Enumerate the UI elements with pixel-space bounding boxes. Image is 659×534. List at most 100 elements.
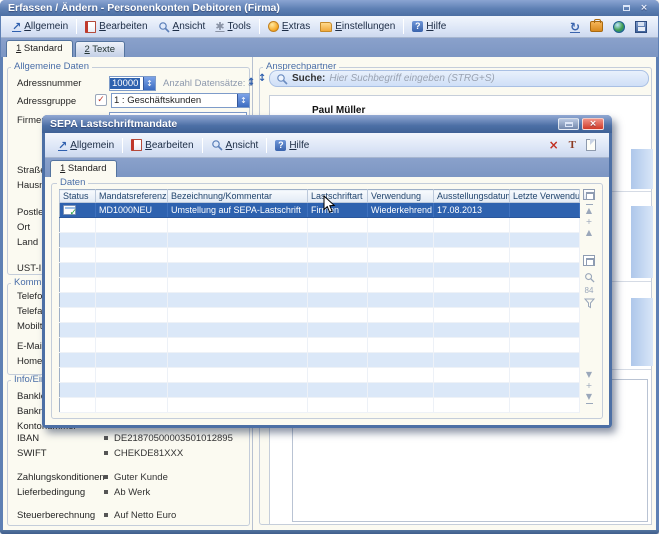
mandate-empty-row[interactable] xyxy=(60,338,580,353)
sepa-dialog-toolbar: ↗Allgemein Bearbeiten Ansicht ?Hilfe × T xyxy=(45,133,609,158)
group-daten-label: Daten xyxy=(57,178,88,188)
card-scroll-bar[interactable] xyxy=(631,206,653,278)
mandate-empty-row[interactable] xyxy=(60,398,580,413)
dialog-tab-standard[interactable]: 1 Standard xyxy=(50,160,117,177)
tab-standard[interactable]: 1 Standard xyxy=(6,40,73,57)
restore-window-button[interactable] xyxy=(619,3,633,14)
mandate-status-icon: ✓ xyxy=(63,205,76,215)
lieferbedingung-value: Ab Werk xyxy=(114,487,150,498)
menu-tools[interactable]: ✱Tools xyxy=(210,18,256,35)
swift-value: CHEKDE81XXX xyxy=(114,448,183,459)
sepa-dialog-title: SEPA Lastschriftmandate xyxy=(50,118,177,130)
ort-label: Ort xyxy=(17,222,30,233)
dropdown-icon[interactable]: ↕ xyxy=(237,94,249,107)
card-scroll-bar[interactable] xyxy=(631,149,653,189)
adressgruppe-select[interactable]: 1 : Geschäftskunden ↕ xyxy=(111,93,250,108)
briefcase-icon xyxy=(590,21,603,32)
col-mandatsreferenz[interactable]: Mandatsreferenz xyxy=(96,190,168,203)
col-lastschriftart[interactable]: Lastschriftart xyxy=(308,190,368,203)
mandate-empty-row[interactable] xyxy=(60,383,580,398)
adressgruppe-label: Adressgruppe xyxy=(17,96,76,107)
table-tool-strip: 84 xyxy=(583,255,595,309)
cell-bezeichnung: Umstellung auf SEPA-Lastschrift xyxy=(168,203,308,218)
mandate-empty-row[interactable] xyxy=(60,353,580,368)
col-bezeichnung[interactable]: Bezeichnung/Kommentar xyxy=(168,190,308,203)
new-document-icon xyxy=(586,139,596,151)
new-mandate-button[interactable] xyxy=(581,137,601,153)
gear-icon: ✱ xyxy=(215,20,224,33)
briefcase-button[interactable] xyxy=(585,19,608,34)
mandate-row-selected[interactable]: ✓ MD1000NEU Umstellung auf SEPA-Lastschr… xyxy=(60,203,580,218)
magnifier-icon xyxy=(211,139,223,151)
menu-ansicht[interactable]: Ansicht xyxy=(153,19,211,35)
zahlungskonditionen-label: Zahlungskonditionen xyxy=(17,472,105,483)
col-status[interactable]: Status xyxy=(60,190,96,203)
restore-icon xyxy=(623,5,630,11)
lieferbedingung-label: Lieferbedingung xyxy=(17,487,85,498)
mandate-table: Status Mandatsreferenz Bezeichnung/Komme… xyxy=(59,189,580,413)
col-letzte-verwendung[interactable]: Letzte Verwendung xyxy=(510,190,580,203)
form-view-icon[interactable] xyxy=(583,255,595,266)
contact-nav-icon[interactable]: ↕ xyxy=(258,73,266,84)
nav-last-button[interactable]: ▼ xyxy=(583,391,595,404)
nav-next-button[interactable]: ▼ xyxy=(583,369,595,380)
value-bullet xyxy=(104,451,108,455)
adressnummer-value: 10000 xyxy=(110,78,140,89)
mandate-empty-row[interactable] xyxy=(60,323,580,338)
mandate-empty-row[interactable] xyxy=(60,278,580,293)
adressgruppe-checkbox[interactable]: ✓ xyxy=(95,94,107,106)
cell-ausstellungsdatum: 17.08.2013 xyxy=(434,203,510,218)
card-scroll-bar[interactable] xyxy=(631,298,653,366)
mandate-empty-row[interactable] xyxy=(60,248,580,263)
value-bullet xyxy=(104,475,108,479)
menu-bearbeiten[interactable]: Bearbeiten xyxy=(80,19,152,35)
mandate-empty-row[interactable] xyxy=(60,293,580,308)
spinner-icon[interactable]: ↕ xyxy=(143,77,155,90)
mandate-empty-row[interactable] xyxy=(60,263,580,278)
sync-button[interactable]: ↻ xyxy=(565,18,585,36)
adressnummer-label: Adressnummer xyxy=(17,78,81,89)
toolbar-separator xyxy=(76,19,77,34)
dialog-menu-bearbeiten[interactable]: Bearbeiten xyxy=(126,137,198,153)
menu-extras[interactable]: Extras xyxy=(263,19,315,34)
mandate-empty-row[interactable] xyxy=(60,308,580,323)
col-verwendung[interactable]: Verwendung xyxy=(368,190,434,203)
globe-icon xyxy=(613,21,625,33)
land-label: Land xyxy=(17,237,38,248)
nav-add-button[interactable]: + xyxy=(583,380,595,391)
menu-hilfe[interactable]: ?Hilfe xyxy=(407,19,451,34)
dialog-menu-allgemein[interactable]: ↗Allgemein xyxy=(53,137,119,154)
funnel-icon[interactable] xyxy=(584,298,595,309)
delete-mandate-button[interactable]: × xyxy=(544,136,564,154)
dialog-menu-hilfe[interactable]: ?Hilfe xyxy=(270,138,314,153)
menu-allgemein[interactable]: ↗Allgemein xyxy=(7,18,73,35)
toolbar-separator xyxy=(266,138,267,153)
table-nav-strip: ▲ + ▲ xyxy=(583,189,595,238)
nav-prev-button[interactable]: ▲ xyxy=(583,227,595,238)
minimize-icon xyxy=(565,122,573,127)
mandate-empty-row[interactable] xyxy=(60,233,580,248)
contact-search-bar[interactable]: Suche: Hier Suchbegriff eingeben (STRG+S… xyxy=(269,70,649,87)
col-ausstellungsdatum[interactable]: Ausstellungsdatum xyxy=(434,190,510,203)
steuerberechnung-value: Auf Netto Euro xyxy=(114,510,176,521)
adressnummer-input[interactable]: 10000 ↕ xyxy=(109,76,156,91)
main-window-title: Erfassen / Ändern - Personenkonten Debit… xyxy=(8,2,280,14)
tab-texte[interactable]: 2 Texte xyxy=(75,41,125,57)
nav-add-button[interactable]: + xyxy=(583,216,595,227)
dialog-close-button[interactable]: × xyxy=(582,118,604,130)
table-search-icon[interactable] xyxy=(584,272,595,283)
record-nav-icon[interactable]: ↕ xyxy=(247,77,255,88)
filter-button[interactable]: T xyxy=(564,137,581,153)
globe-button[interactable] xyxy=(608,19,630,35)
search-label: Suche: xyxy=(292,73,325,84)
column-chooser-icon[interactable] xyxy=(583,189,595,200)
mandate-empty-row[interactable] xyxy=(60,368,580,383)
nav-first-button[interactable]: ▲ xyxy=(583,203,595,216)
save-button[interactable] xyxy=(630,19,652,35)
menu-einstellungen[interactable]: Einstellungen xyxy=(315,19,400,34)
dialog-menu-ansicht[interactable]: Ansicht xyxy=(206,137,264,153)
close-window-button[interactable]: × xyxy=(637,3,651,14)
dialog-minimize-button[interactable] xyxy=(558,118,579,130)
sort-icon[interactable]: 84 xyxy=(585,286,594,295)
mandate-empty-row[interactable] xyxy=(60,218,580,233)
